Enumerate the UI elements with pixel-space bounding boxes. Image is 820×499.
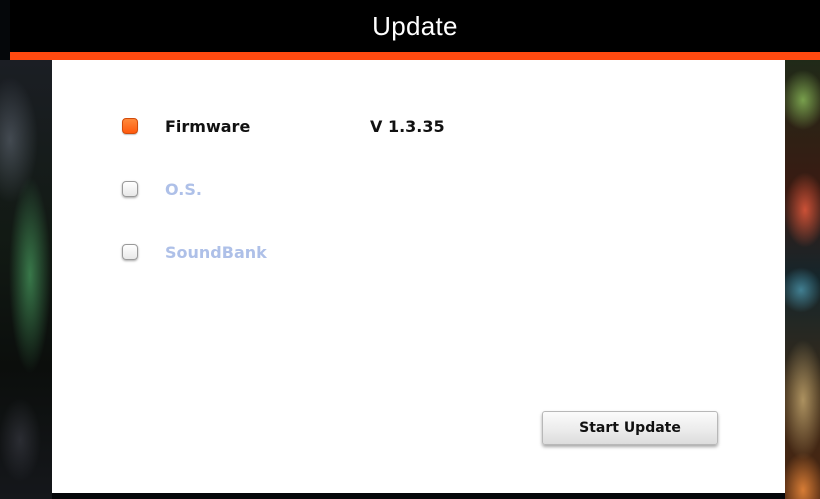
title-bar: Update <box>10 0 820 52</box>
background-image-left <box>0 60 52 499</box>
update-panel: Firmware V 1.3.35 O.S. SoundBank Start U… <box>52 60 785 493</box>
update-screen: Update Firmware V 1.3.35 O.S. SoundBank … <box>0 0 820 499</box>
firmware-version: V 1.3.35 <box>370 116 445 136</box>
firmware-label: Firmware <box>165 116 251 136</box>
option-soundbank[interactable]: SoundBank <box>122 239 267 265</box>
soundbank-label: SoundBank <box>165 242 267 262</box>
soundbank-checkbox[interactable] <box>122 244 138 260</box>
start-update-button[interactable]: Start Update <box>542 411 718 445</box>
title-accent-line <box>10 52 820 60</box>
os-checkbox[interactable] <box>122 181 138 197</box>
option-os[interactable]: O.S. <box>122 176 202 202</box>
page-title: Update <box>372 10 458 41</box>
firmware-checkbox[interactable] <box>122 118 138 134</box>
background-image-right <box>785 60 820 499</box>
os-label: O.S. <box>165 179 202 199</box>
option-firmware[interactable]: Firmware <box>122 113 250 139</box>
